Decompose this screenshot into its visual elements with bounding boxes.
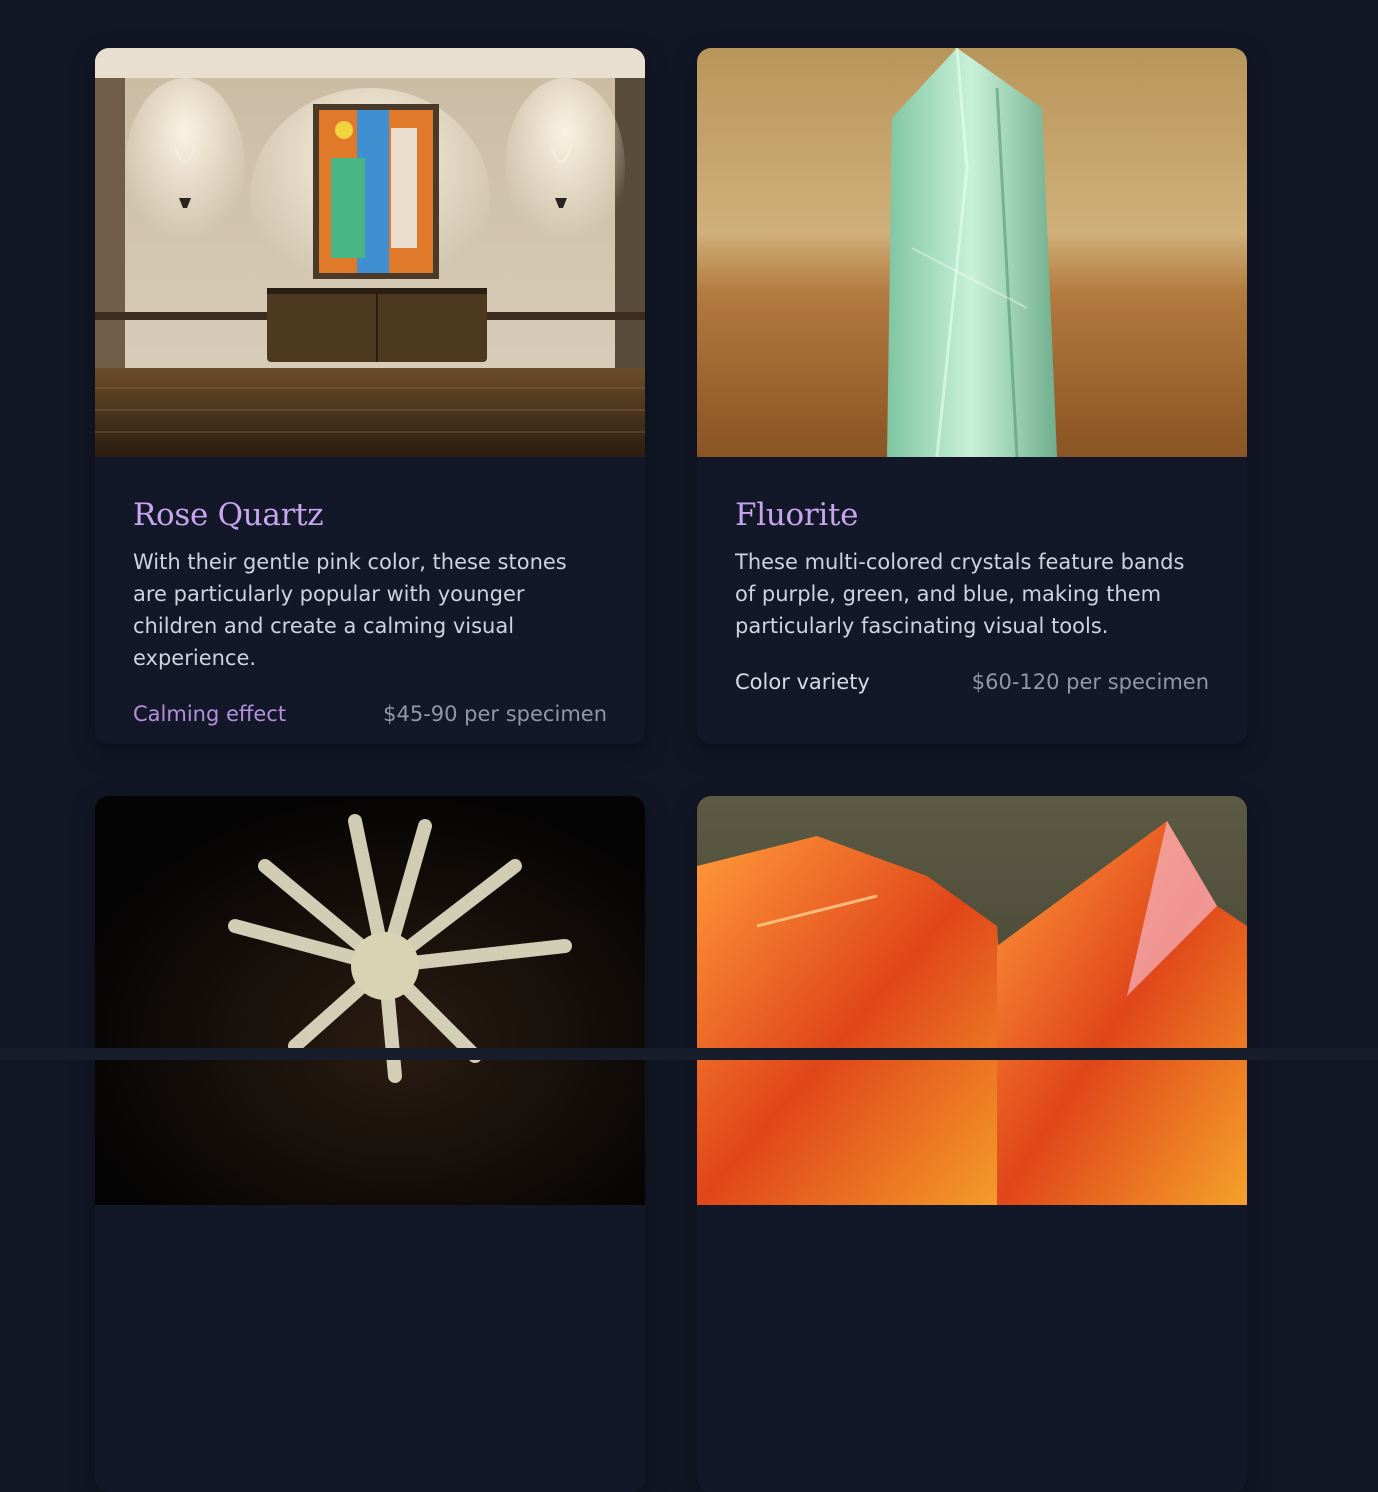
crystal-card-4[interactable] bbox=[697, 796, 1247, 1492]
card-meta: Color variety $60-120 per specimen bbox=[735, 670, 1209, 694]
gallery-room-photo bbox=[95, 48, 645, 457]
green-crystal-photo bbox=[697, 48, 1247, 457]
card-tag: Calming effect bbox=[133, 702, 287, 727]
card-price: $60-120 per specimen bbox=[971, 670, 1209, 695]
crystal-card-fluorite[interactable]: Fluorite These multi-colored crystals fe… bbox=[697, 48, 1247, 744]
crystal-card-rose-quartz[interactable]: Rose Quartz With their gentle pink color… bbox=[95, 48, 645, 744]
card-description: With their gentle pink color, these ston… bbox=[133, 550, 567, 671]
white-crystal-cluster-photo bbox=[95, 796, 645, 1205]
crystal-card-grid: Rose Quartz With their gentle pink color… bbox=[95, 48, 1247, 1492]
card-title: Fluorite bbox=[735, 497, 859, 533]
orange-crystal-photo bbox=[697, 796, 1247, 1205]
card-description: These multi-colored crystals feature ban… bbox=[735, 550, 1185, 639]
card-meta: Calming effect $45-90 per specimen bbox=[133, 702, 607, 726]
card-price: $45-90 per specimen bbox=[383, 702, 607, 727]
card-title: Rose Quartz bbox=[133, 497, 324, 533]
bottom-border bbox=[0, 1048, 1378, 1060]
crystal-card-3[interactable] bbox=[95, 796, 645, 1492]
card-tag: Color variety bbox=[735, 670, 870, 695]
